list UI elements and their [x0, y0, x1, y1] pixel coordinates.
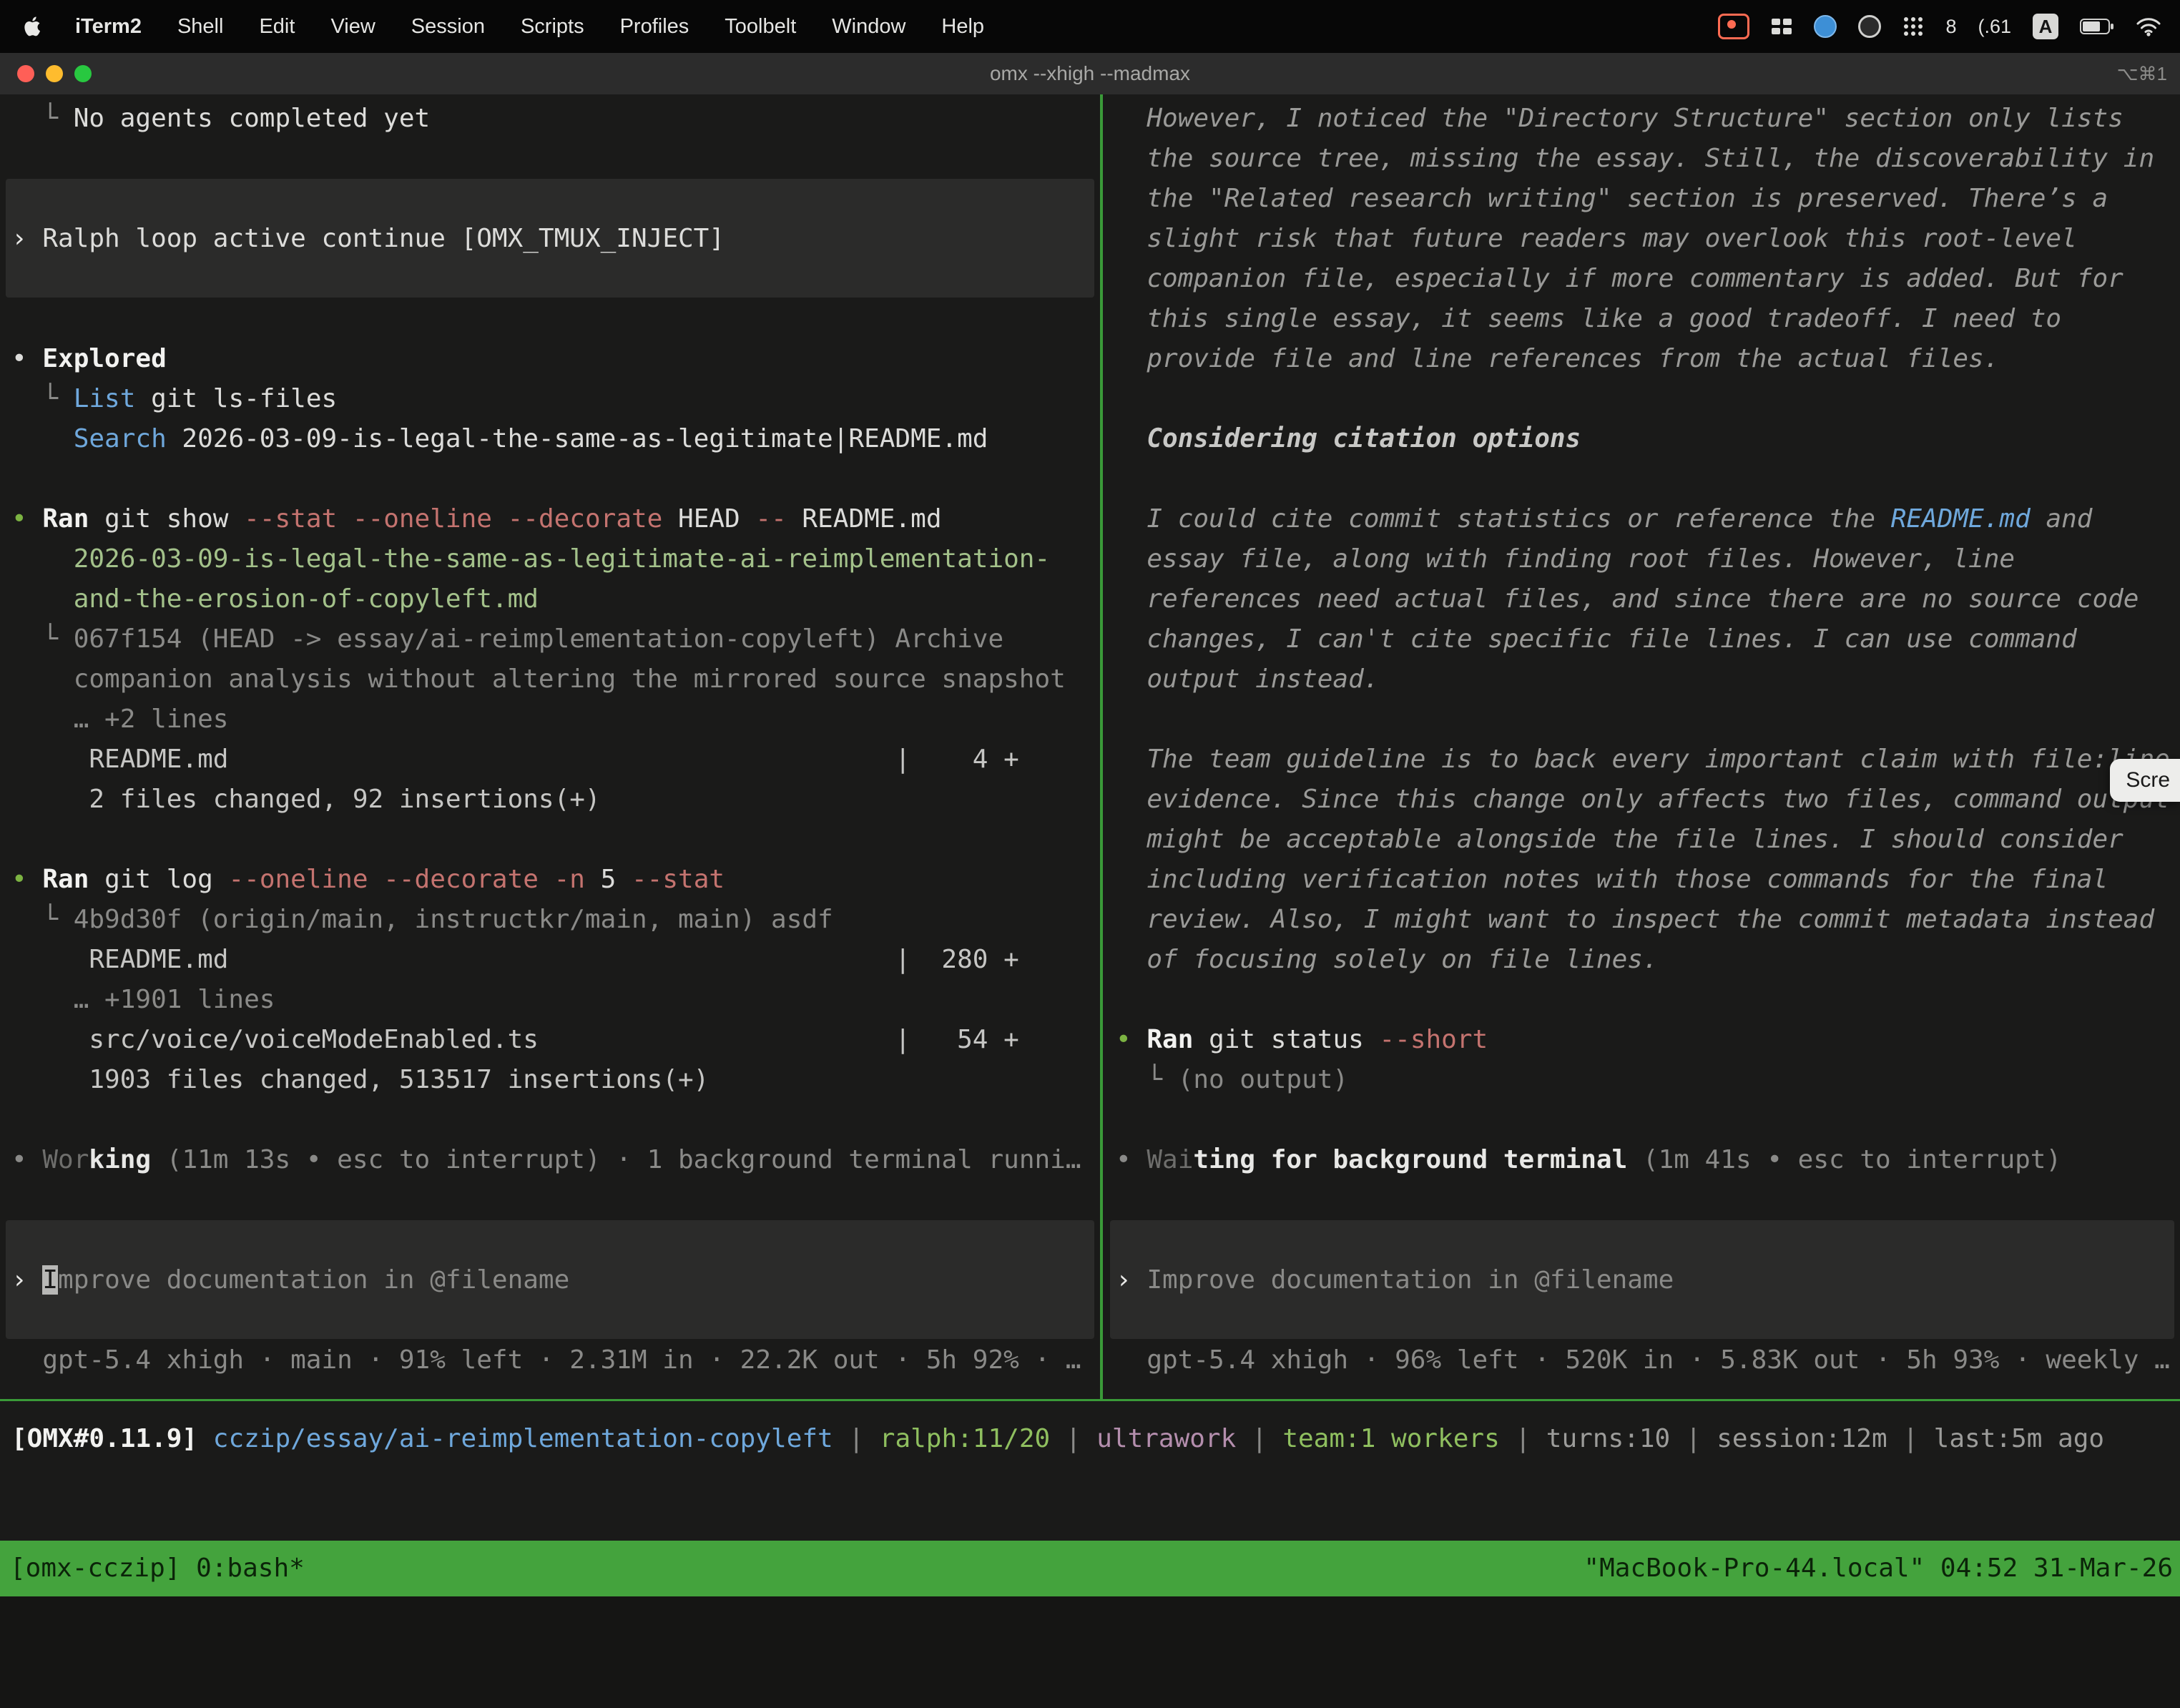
terminal-line: The team guideline is to back every impo… [1116, 740, 2170, 780]
prompt-input-line: › Improve documentation in @filename [11, 1260, 569, 1300]
terminal-line: evidence. Since this change only affects… [1116, 780, 2170, 820]
terminal-line: • Waiting for background terminal (1m 41… [1116, 1140, 2061, 1180]
terminal-line: └ List git ls-files [11, 379, 337, 419]
tmux-host-clock-label: "MacBook-Pro-44.local" 04:52 31-Mar-26 [1584, 1541, 2173, 1596]
screen-recording-indicator-icon[interactable] [1718, 14, 1749, 39]
terminal-line: changes, I can't cite specific file line… [1116, 619, 2077, 659]
omx-status-line: [OMX#0.11.9] cczip/essay/ai-reimplementa… [11, 1419, 2104, 1459]
tmux-session-window-label[interactable]: [omx-cczip] 0:bash* [10, 1541, 305, 1596]
terminal-line: slight risk that future readers may over… [1116, 219, 2077, 259]
record-dot-icon [1727, 20, 1736, 29]
terminal-line: references need actual files, and since … [1116, 579, 2139, 619]
model-status-line: gpt-5.4 xhigh · main · 91% left · 2.31M … [11, 1340, 1081, 1380]
terminal-line: the source tree, missing the essay. Stil… [1116, 139, 2154, 179]
terminal-line: output instead. [1116, 659, 1379, 700]
terminal-line: I could cite commit statistics or refere… [1116, 499, 2092, 539]
terminal: └ No agents completed yet › Ralph loop ac… [0, 94, 2180, 1596]
terminal-line: • Explored [11, 339, 167, 379]
terminal-line: of focusing solely on file lines. [1116, 940, 1659, 980]
ralph-inject-line: › Ralph loop active continue [OMX_TMUX_I… [11, 219, 725, 259]
terminal-line: 2 files changed, 92 insertions(+) [11, 780, 601, 820]
pane-bottom-border [0, 1399, 2180, 1401]
terminal-line: including verification notes with those … [1116, 860, 2108, 900]
wifi-icon[interactable] [2136, 16, 2161, 36]
terminal-line: └ No agents completed yet [11, 99, 430, 139]
terminal-line: 1903 files changed, 513517 insertions(+) [11, 1060, 709, 1100]
menu-item-profiles[interactable]: Profiles [602, 0, 707, 53]
menubar-status-icons: 8 (.61 A [1718, 14, 2180, 39]
screen-share-tooltip[interactable]: Scre [2110, 759, 2180, 802]
terminal-line: essay file, along with finding root file… [1116, 539, 2015, 579]
dark-circle-icon [1858, 15, 1881, 38]
terminal-line: README.md | 4 + [11, 740, 1019, 780]
terminal-line: Considering citation options [1116, 419, 1581, 459]
blue-circle-icon [1814, 15, 1837, 38]
menu-item-shell[interactable]: Shell [159, 0, 242, 53]
terminal-line: … +2 lines [11, 700, 228, 740]
terminal-line: review. Also, I might want to inspect th… [1116, 900, 2154, 940]
terminal-line: companion analysis without altering the … [11, 659, 1066, 700]
window-grid-icon[interactable] [1771, 17, 1792, 36]
terminal-line: and-the-erosion-of-copyleft.md [11, 579, 539, 619]
terminal-line: • Ran git show --stat --oneline --decora… [11, 499, 942, 539]
terminal-line: └ (no output) [1116, 1060, 1348, 1100]
menu-item-help[interactable]: Help [923, 0, 1002, 53]
model-status-line: gpt-5.4 xhigh · 96% left · 520K in · 5.8… [1116, 1340, 2170, 1380]
terminal-line: • Working (11m 13s • esc to interrupt) ·… [11, 1140, 1081, 1180]
input-source-icon[interactable]: A [2033, 14, 2058, 39]
apple-menu-icon[interactable] [0, 0, 57, 53]
pane-divider[interactable] [1100, 94, 1103, 1400]
window-title: omx --xhigh --madmax [0, 53, 2180, 94]
menu-item-session[interactable]: Session [393, 0, 503, 53]
terminal-line: … +1901 lines [11, 980, 275, 1020]
terminal-line: └ 067f154 (HEAD -> essay/ai-reimplementa… [11, 619, 1003, 659]
terminal-line: • Ran git log --oneline --decorate -n 5 … [11, 860, 725, 900]
terminal-line: provide file and line references from th… [1116, 339, 1999, 379]
left-terminal-pane[interactable]: └ No agents completed yet › Ralph loop ac… [0, 99, 1100, 1386]
prompt-input-line: › Improve documentation in @filename [1116, 1260, 1674, 1300]
terminal-line: └ 4b9d30f (origin/main, instructkr/main,… [11, 900, 833, 940]
terminal-line: README.md | 280 + [11, 940, 1019, 980]
omx-status-bar: [OMX#0.11.9] cczip/essay/ai-reimplementa… [0, 1419, 2180, 1459]
menu-item-window[interactable]: Window [814, 0, 923, 53]
dark-app-icon[interactable] [1858, 15, 1881, 38]
menu-bar: iTerm2 Shell Edit View Session Scripts P… [0, 0, 2180, 53]
right-terminal-pane[interactable]: However, I noticed the "Directory Struct… [1104, 99, 2180, 1386]
tmux-status-bar: [omx-cczip] 0:bash* "MacBook-Pro-44.loca… [0, 1541, 2180, 1596]
timer-icon[interactable]: 8 [1945, 16, 1956, 38]
terminal-line: companion file, especially if more comme… [1116, 259, 2123, 299]
menu-item-scripts[interactable]: Scripts [503, 0, 602, 53]
window-title-bar: omx --xhigh --madmax ⌥⌘1 [0, 53, 2180, 96]
blue-app-icon[interactable] [1814, 15, 1837, 38]
menu-item-toolbelt[interactable]: Toolbelt [707, 0, 814, 53]
terminal-line: this single essay, it seems like a good … [1116, 299, 2061, 339]
terminal-line: the "Related research writing" section i… [1116, 179, 2108, 219]
terminal-line: 2026-03-09-is-legal-the-same-as-legitima… [11, 539, 1050, 579]
terminal-line: src/voice/voiceModeEnabled.ts | 54 + [11, 1020, 1019, 1060]
terminal-line: • Ran git status --short [1116, 1020, 1488, 1060]
battery-icon[interactable] [2080, 18, 2114, 35]
terminal-line: might be acceptable alongside the file l… [1116, 820, 2123, 860]
apple-logo-icon [24, 16, 43, 37]
terminal-line: However, I noticed the "Directory Struct… [1116, 99, 2123, 139]
dots-grid-icon[interactable] [1902, 16, 1924, 37]
terminal-line: Search 2026-03-09-is-legal-the-same-as-l… [11, 419, 988, 459]
menu-item-view[interactable]: View [313, 0, 393, 53]
menu-item-edit[interactable]: Edit [241, 0, 313, 53]
menu-item-iterm2[interactable]: iTerm2 [57, 0, 159, 53]
gauge-icon[interactable]: (.61 [1978, 16, 2011, 38]
window-shortcut-badge: ⌥⌘1 [2117, 53, 2167, 94]
